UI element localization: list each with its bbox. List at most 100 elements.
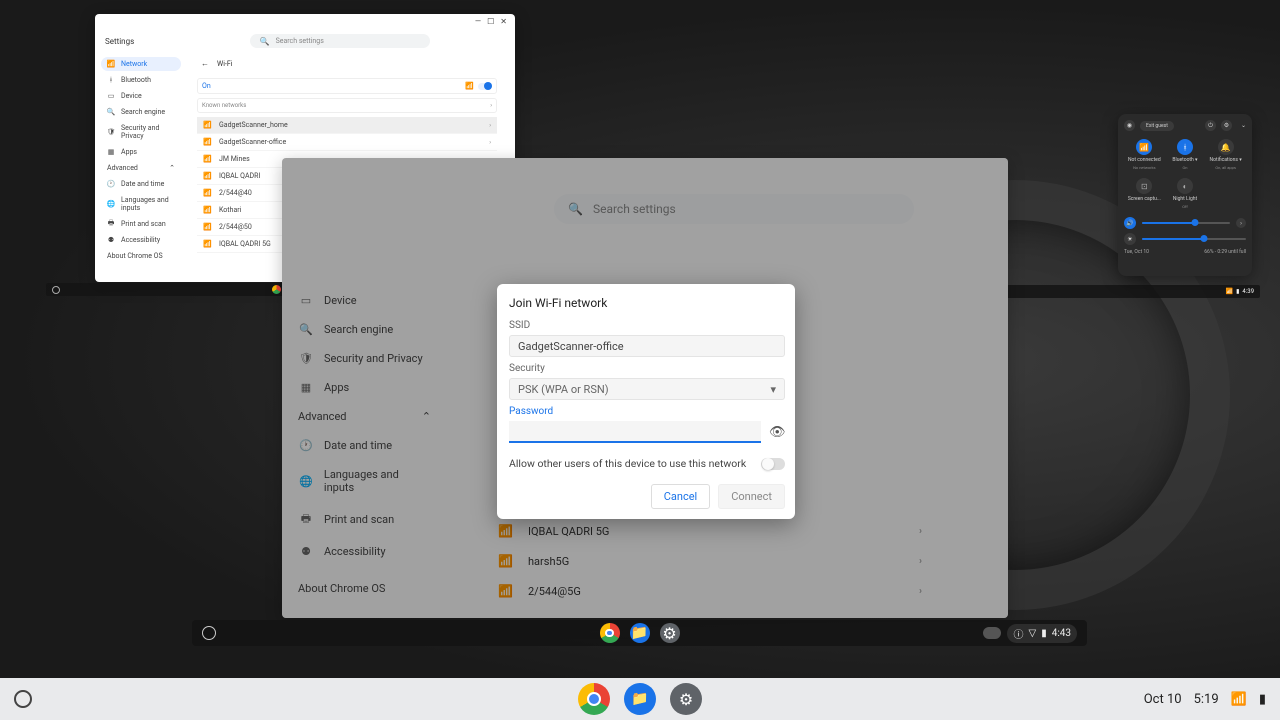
security-select[interactable]: PSK (WPA or RSN)▾ xyxy=(509,378,785,400)
notifications-tile[interactable]: 🔔Notifications ▾On, all apps xyxy=(1207,139,1245,170)
cancel-button[interactable]: Cancel xyxy=(651,484,710,509)
settings-header: Settings 🔍 Search settings xyxy=(95,29,515,53)
search-input[interactable]: 🔍 Search settings xyxy=(250,34,430,48)
password-input[interactable] xyxy=(509,421,761,443)
print-icon: 🖶 xyxy=(298,510,314,529)
sidebar-item-about[interactable]: About Chrome OS xyxy=(294,574,435,603)
guest-avatar-icon[interactable]: ◉ xyxy=(1124,120,1135,131)
close-icon[interactable]: ✕ xyxy=(500,17,507,26)
network-row[interactable]: 📶GadgetScanner-office› xyxy=(197,134,497,151)
sidebar-item-security[interactable]: 🛡Security and Privacy xyxy=(101,121,181,143)
minimize-icon[interactable]: — xyxy=(475,17,481,26)
sidebar-item-date[interactable]: 🕐Date and time xyxy=(101,177,181,191)
bluetooth-tile[interactable]: ᚼBluetooth ▾On xyxy=(1166,139,1204,170)
show-password-icon[interactable]: 👁 xyxy=(769,425,785,440)
back-button[interactable]: ←Wi-Fi xyxy=(197,57,497,70)
sidebar-item-apps[interactable]: ▦Apps xyxy=(294,373,435,402)
notif-icon: ⓘ xyxy=(1013,626,1023,641)
settings-app-icon[interactable] xyxy=(670,683,702,715)
wifi-lock-icon: 📶 xyxy=(498,554,514,568)
wifi-lock-icon: 📶 xyxy=(203,138,211,146)
outer-shelf: Oct 10 5:19 📶 ▮ xyxy=(0,678,1280,720)
wifi-lock-icon: 📶 xyxy=(498,584,514,598)
connect-button[interactable]: Connect xyxy=(718,484,785,509)
files-icon[interactable] xyxy=(630,623,650,643)
wifi-icon: 📶 xyxy=(1226,288,1233,295)
chevron-right-icon: › xyxy=(489,122,491,129)
maximize-icon[interactable]: ☐ xyxy=(487,17,494,26)
screen-capture-tile[interactable]: ⊡Screen captu... xyxy=(1125,178,1163,209)
accessibility-icon: ⚉ xyxy=(107,236,115,244)
clock-icon: 🕐 xyxy=(298,439,314,452)
chevron-right-icon: › xyxy=(490,102,492,109)
sidebar-item-device[interactable]: ▭Device xyxy=(294,286,435,315)
wifi-icon: 📶 xyxy=(1231,692,1247,707)
sidebar-item-network[interactable]: 📶Network xyxy=(101,57,181,71)
sidebar-item-device[interactable]: ▭Device xyxy=(101,89,181,103)
settings-sidebar: ▭Device 🔍Search engine 🛡Security and Pri… xyxy=(282,278,447,611)
chrome-icon[interactable] xyxy=(600,623,620,643)
night-icon: ◐ xyxy=(1177,178,1193,194)
launcher-icon[interactable] xyxy=(52,286,60,294)
search-input[interactable]: 🔍Search settings xyxy=(554,194,914,224)
chevron-right-icon: › xyxy=(919,586,922,597)
power-icon[interactable]: ⏻ xyxy=(1205,120,1216,131)
allow-other-users-row: Allow other users of this device to use … xyxy=(509,457,785,470)
wifi-tile[interactable]: 📶Not connectedNo networks xyxy=(1125,139,1163,170)
accessibility-icon: ⚉ xyxy=(298,545,314,558)
network-row[interactable]: 📶IQBAL QADRI 5G› xyxy=(492,516,928,546)
sidebar-item-apps[interactable]: ▦Apps xyxy=(101,145,181,159)
globe-icon: 🌐 xyxy=(107,200,115,208)
ssid-input[interactable]: GadgetScanner-office xyxy=(509,335,785,357)
chevron-right-icon[interactable]: › xyxy=(1236,218,1246,228)
known-networks-row[interactable]: Known networks› xyxy=(197,98,497,113)
sidebar-item-about[interactable]: About Chrome OS xyxy=(101,249,181,263)
sidebar-item-search-engine[interactable]: 🔍Search engine xyxy=(294,315,435,344)
sidebar-item-advanced[interactable]: Advanced⌃ xyxy=(101,161,181,175)
settings-icon[interactable] xyxy=(660,623,680,643)
sidebar-item-accessibility[interactable]: ⚉Accessibility xyxy=(294,537,435,566)
wifi-icon: ▽ xyxy=(1028,628,1036,639)
sidebar-item-advanced[interactable]: Advanced⌃ xyxy=(294,402,435,431)
brightness-slider[interactable] xyxy=(1142,238,1246,240)
quick-settings-panel[interactable]: ◉ Exit guest ⏻ ⚙ ⌄ 📶Not connectedNo netw… xyxy=(1118,114,1252,276)
status-tray[interactable]: Oct 10 5:19 📶 ▮ xyxy=(1144,692,1266,707)
sidebar-item-print[interactable]: 🖶Print and scan xyxy=(294,502,435,537)
chrome-app-icon[interactable] xyxy=(578,683,610,715)
clock: 4:43 xyxy=(1052,628,1071,639)
sidebar-item-date[interactable]: 🕐Date and time xyxy=(294,431,435,460)
network-row[interactable]: 📶2/544@5G› xyxy=(492,576,928,606)
sidebar-item-languages[interactable]: 🌐Languages and inputs xyxy=(101,193,181,215)
status-tray[interactable]: ⓘ▽▮4:43 xyxy=(983,624,1077,643)
launcher-button[interactable] xyxy=(202,626,216,640)
chrome-icon[interactable] xyxy=(272,285,281,294)
sidebar-item-bluetooth[interactable]: ᚼBluetooth xyxy=(101,73,181,87)
allow-toggle[interactable] xyxy=(761,458,785,470)
sidebar-item-print[interactable]: 🖶Print and scan xyxy=(101,217,181,231)
stylus-icon[interactable] xyxy=(983,627,1001,639)
sidebar-item-languages[interactable]: 🌐Languages and inputs xyxy=(294,460,435,502)
bluetooth-icon: ᚼ xyxy=(1177,139,1193,155)
brightness-icon[interactable]: ☀ xyxy=(1124,233,1136,245)
status-area[interactable]: 📶▮4:39 xyxy=(1226,288,1260,295)
chevron-right-icon: › xyxy=(919,556,922,567)
night-light-tile[interactable]: ◐Night LightOff xyxy=(1166,178,1204,209)
exit-guest-button[interactable]: Exit guest xyxy=(1140,121,1174,131)
clock: 4:39 xyxy=(1242,288,1254,295)
network-row[interactable]: 📶harsh5G› xyxy=(492,546,928,576)
files-app-icon[interactable] xyxy=(624,683,656,715)
back-arrow-icon: ← xyxy=(201,59,209,68)
wifi-lock-icon: 📶 xyxy=(203,223,211,231)
volume-icon[interactable]: 🔊 xyxy=(1124,217,1136,229)
network-row[interactable]: 📶GadgetScanner_home› xyxy=(197,117,497,134)
search-placeholder: Search settings xyxy=(276,37,324,45)
wifi-toggle[interactable] xyxy=(478,83,492,90)
battery-icon: ▮ xyxy=(1259,692,1266,707)
settings-gear-icon[interactable]: ⚙ xyxy=(1221,120,1232,131)
sidebar-item-security[interactable]: 🛡Security and Privacy xyxy=(294,344,435,373)
chevron-down-icon[interactable]: ⌄ xyxy=(1241,122,1246,129)
volume-slider[interactable] xyxy=(1142,222,1230,224)
sidebar-item-search-engine[interactable]: 🔍Search engine xyxy=(101,105,181,119)
launcher-button[interactable] xyxy=(14,690,32,708)
sidebar-item-accessibility[interactable]: ⚉Accessibility xyxy=(101,233,181,247)
